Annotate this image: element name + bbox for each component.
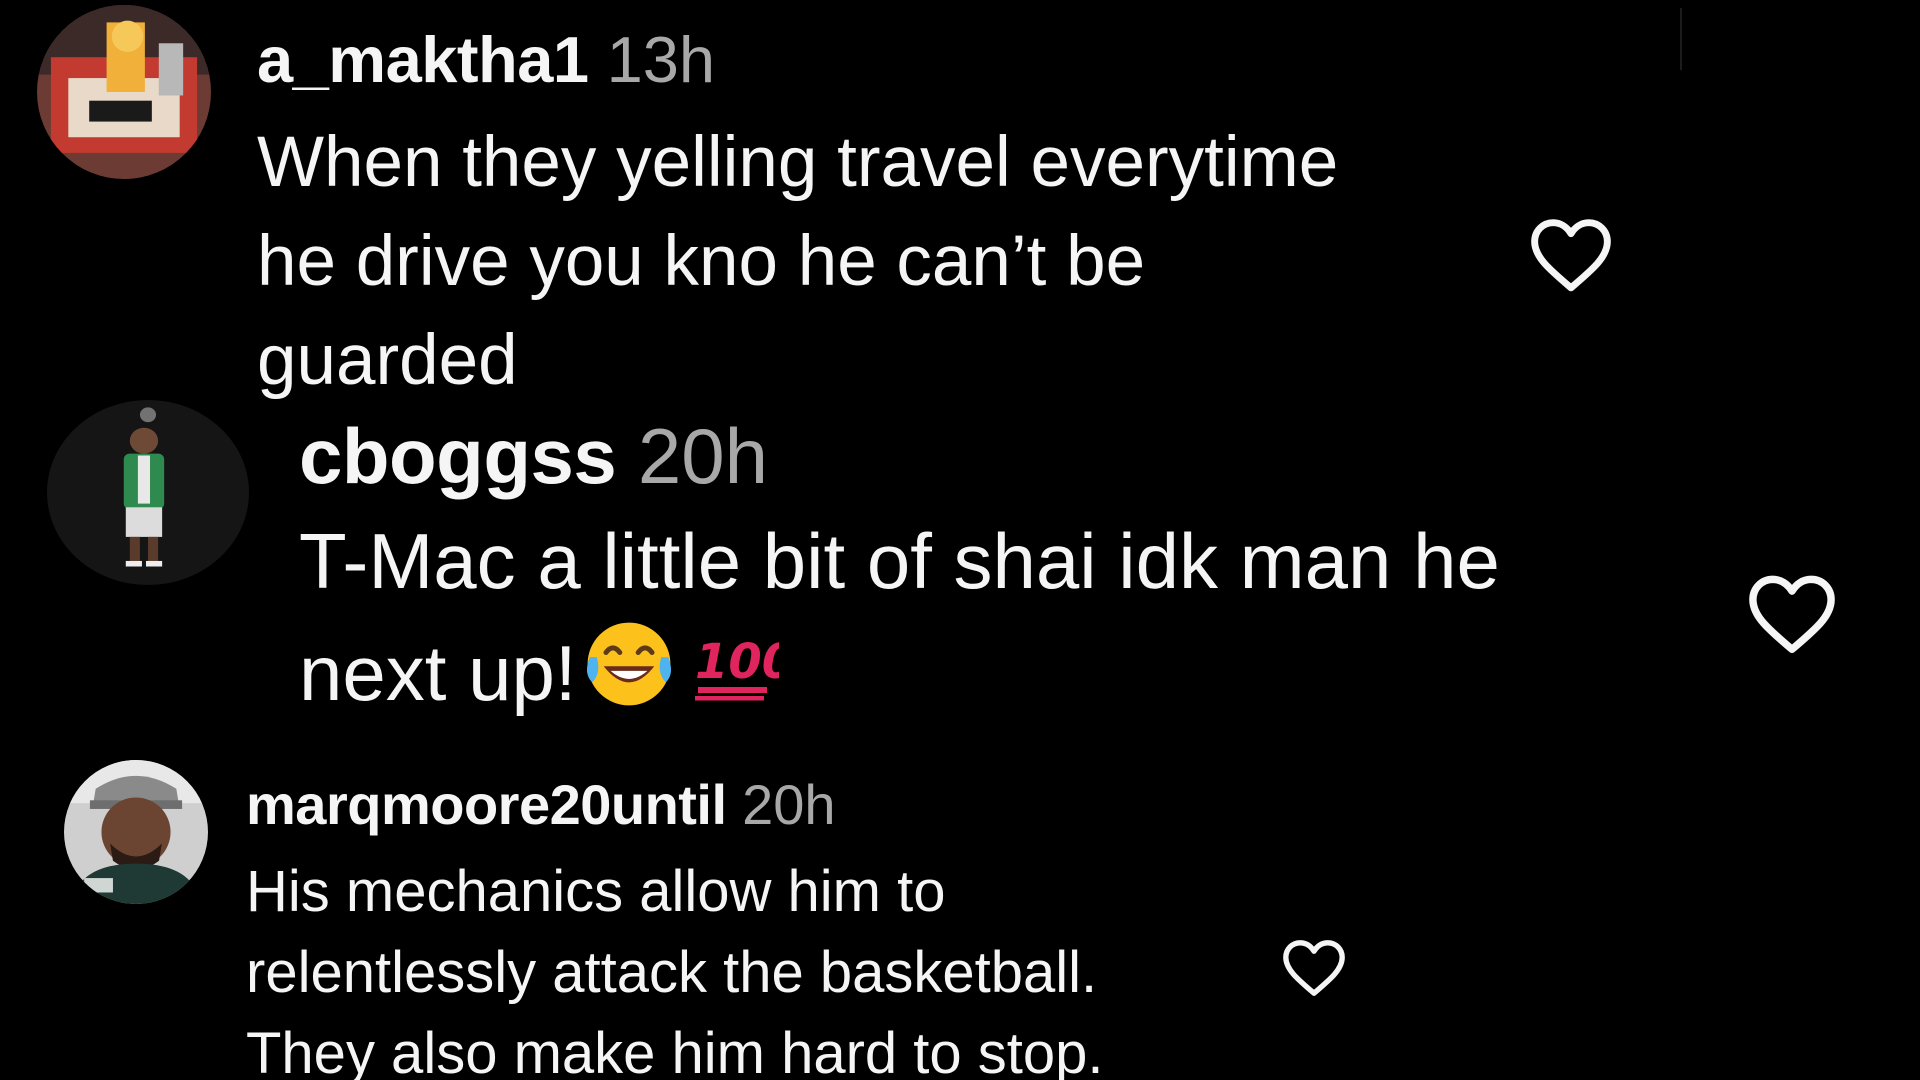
hundred-points-text: 100 <box>695 634 779 690</box>
comment-text-line: he drive you kno he can’t be <box>257 222 1146 301</box>
comment-text-line-last: next up! 100 <box>299 617 1500 729</box>
comment-meta: a_maktha1 13h <box>257 20 715 100</box>
comment-meta: marqmoore20until 20h <box>246 772 836 838</box>
scroll-edge <box>1680 8 1682 70</box>
comment-text-line: T-Mac a little bit of shai idk man he <box>299 517 1500 605</box>
comment-text-line: relentlessly attack the basketball. <box>246 940 1098 1005</box>
comment-meta: cboggss 20h <box>299 408 768 504</box>
avatar[interactable] <box>47 400 249 585</box>
comment-text-line: His mechanics allow him to <box>246 859 946 924</box>
avatar[interactable] <box>37 5 211 179</box>
username[interactable]: a_maktha1 <box>257 23 589 96</box>
comment-text: When they yelling travel everytime he dr… <box>257 113 1338 410</box>
heart-outline-icon[interactable] <box>1744 570 1840 656</box>
heart-outline-icon[interactable] <box>1526 214 1616 294</box>
hundred-points-emoji: 100 <box>689 626 779 706</box>
username[interactable]: cboggss <box>299 412 617 500</box>
comment-text: T-Mac a little bit of shai idk man he ne… <box>299 505 1500 729</box>
timestamp: 20h <box>742 773 836 836</box>
timestamp: 13h <box>606 23 716 96</box>
avatar[interactable] <box>64 760 208 904</box>
face-with-tears-of-joy-emoji <box>583 618 675 710</box>
comment-text-fragment: next up! <box>299 629 577 717</box>
comment-text: His mechanics allow him to relentlessly … <box>246 851 1104 1080</box>
heart-outline-icon[interactable] <box>1279 936 1349 998</box>
username[interactable]: marqmoore20until <box>246 773 727 836</box>
comment-text-line: They also make him hard to stop. <box>246 1021 1104 1080</box>
comment-text-line: When they yelling travel everytime <box>257 123 1339 202</box>
timestamp: 20h <box>637 412 769 500</box>
comment-text-line: guarded <box>257 321 518 400</box>
